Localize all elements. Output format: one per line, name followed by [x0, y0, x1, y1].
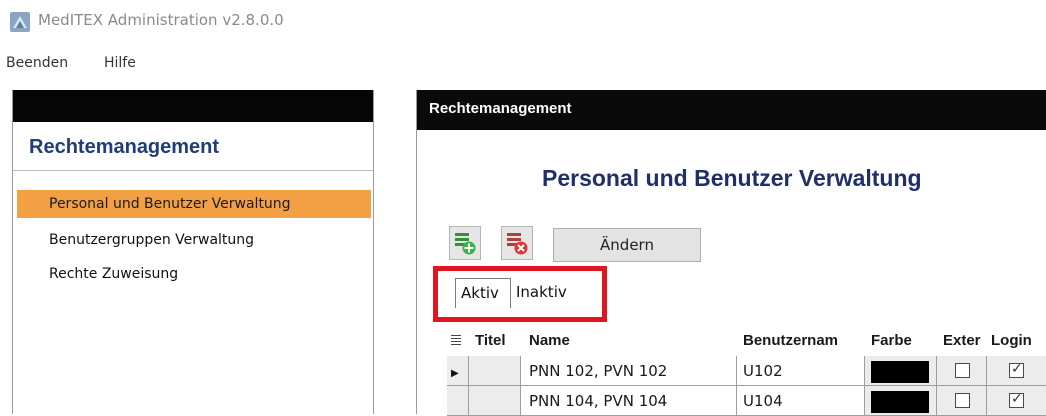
- delete-user-button[interactable]: [501, 226, 533, 260]
- left-panel-header-bar: [13, 90, 373, 122]
- column-header-login[interactable]: Login: [987, 326, 1046, 356]
- menu-bar: Beenden Hilfe: [0, 50, 1046, 76]
- left-navigation-panel: Rechtemanagement Personal und Benutzer V…: [12, 90, 374, 414]
- column-header-benutzername[interactable]: Benutzernam: [737, 326, 865, 356]
- row-selector[interactable]: ▶: [447, 356, 469, 386]
- cell-benutzername[interactable]: U102: [737, 356, 865, 386]
- cell-titel[interactable]: [469, 386, 521, 416]
- column-menu-icon: [451, 335, 461, 347]
- add-user-button[interactable]: [449, 226, 481, 260]
- current-row-arrow-icon: ▶: [451, 368, 459, 379]
- right-panel-header-title: Rechtemanagement: [429, 100, 572, 117]
- color-swatch: [871, 391, 929, 413]
- page-title: Personal und Benutzer Verwaltung: [542, 165, 922, 191]
- color-swatch: [871, 361, 929, 383]
- cell-login[interactable]: ✓: [987, 386, 1046, 416]
- highlight-annotation-box: [433, 266, 607, 322]
- cell-farbe[interactable]: [865, 386, 937, 416]
- window-title: MedITEX Administration v2.8.0.0: [38, 11, 284, 29]
- cell-extern[interactable]: [937, 356, 987, 386]
- row-selector[interactable]: [447, 386, 469, 416]
- app-logo-icon: [10, 12, 30, 32]
- cell-titel[interactable]: [469, 356, 521, 386]
- title-bar: MedITEX Administration v2.8.0.0: [0, 0, 1046, 44]
- column-header-farbe[interactable]: Farbe: [865, 326, 937, 356]
- nav-item-benutzergruppen[interactable]: Benutzergruppen Verwaltung: [17, 226, 371, 254]
- right-panel-header-bar: Rechtemanagement: [417, 90, 1046, 130]
- menu-beenden[interactable]: Beenden: [6, 55, 68, 71]
- right-content-panel: Rechtemanagement Personal und Benutzer V…: [416, 90, 1046, 416]
- cell-benutzername[interactable]: U104: [737, 386, 865, 416]
- check-icon: ✓: [1011, 361, 1023, 377]
- delete-icon: [507, 233, 528, 255]
- left-panel-title: Rechtemanagement: [29, 136, 220, 158]
- cell-farbe[interactable]: [865, 356, 937, 386]
- table-row[interactable]: ▶ PNN 102, PVN 102 U102 ✓: [447, 356, 1046, 386]
- nav-item-personal-benutzer[interactable]: Personal und Benutzer Verwaltung: [17, 190, 371, 218]
- cell-login[interactable]: ✓: [987, 356, 1046, 386]
- check-icon: ✓: [1011, 391, 1023, 407]
- login-checkbox[interactable]: ✓: [1009, 361, 1024, 378]
- edit-button[interactable]: Ändern: [553, 228, 701, 262]
- cell-extern[interactable]: [937, 386, 987, 416]
- column-header-titel[interactable]: Titel: [469, 326, 521, 356]
- column-header-name[interactable]: Name: [521, 326, 737, 356]
- user-table: Titel Name Benutzernam Farbe Exter Login…: [447, 326, 1046, 416]
- login-checkbox[interactable]: ✓: [1009, 391, 1024, 408]
- extern-checkbox[interactable]: [955, 393, 970, 408]
- cell-name[interactable]: PNN 104, PVN 104: [521, 386, 737, 416]
- cell-name[interactable]: PNN 102, PVN 102: [521, 356, 737, 386]
- menu-hilfe[interactable]: Hilfe: [104, 55, 136, 71]
- column-chooser[interactable]: [447, 326, 469, 356]
- divider: [13, 170, 373, 171]
- nav-item-rechte-zuweisung[interactable]: Rechte Zuweisung: [17, 260, 371, 288]
- add-icon: [455, 233, 476, 255]
- column-header-extern[interactable]: Exter: [937, 326, 987, 356]
- table-row[interactable]: PNN 104, PVN 104 U104 ✓: [447, 386, 1046, 416]
- table-header-row: Titel Name Benutzernam Farbe Exter Login: [447, 326, 1046, 356]
- extern-checkbox[interactable]: [955, 363, 970, 378]
